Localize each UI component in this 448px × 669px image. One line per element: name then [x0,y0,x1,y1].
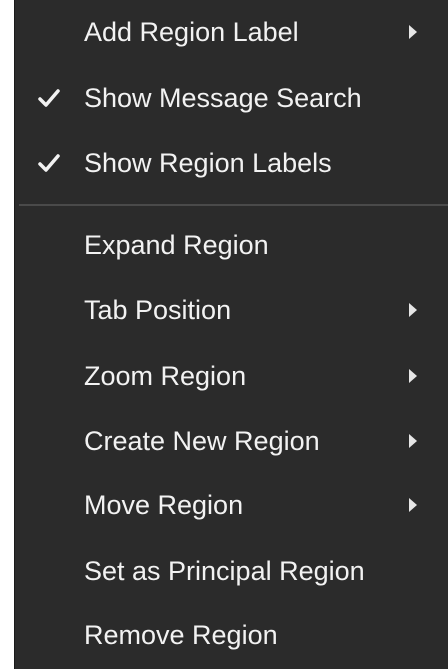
menu-item-tab-position[interactable]: Tab Position [15,280,448,340]
submenu-arrow-icon [409,369,417,383]
context-menu: Add Region Label Show Message Search Sho… [14,0,448,669]
menu-item-add-region-label[interactable]: Add Region Label [15,2,448,62]
menu-item-show-message-search[interactable]: Show Message Search [15,68,448,128]
submenu-arrow-icon [409,25,417,39]
menu-item-label: Create New Region [84,426,320,456]
menu-item-zoom-region[interactable]: Zoom Region [15,346,448,406]
menu-item-label: Set as Principal Region [84,556,365,586]
checkmark-icon [38,154,60,172]
submenu-arrow-icon [409,434,417,448]
menu-item-label: Tab Position [84,295,232,325]
menu-item-label: Move Region [84,490,244,520]
menu-item-label: Show Message Search [84,83,362,113]
menu-item-show-region-labels[interactable]: Show Region Labels [15,133,448,193]
submenu-arrow-icon [409,498,417,512]
checkmark-icon [38,89,60,107]
menu-item-label: Zoom Region [84,361,247,391]
menu-item-label: Add Region Label [84,17,299,47]
menu-separator [19,204,448,206]
menu-item-label: Remove Region [84,620,278,650]
menu-item-create-new-region[interactable]: Create New Region [15,411,448,471]
menu-item-label: Show Region Labels [84,148,332,178]
menu-item-label: Expand Region [84,230,269,260]
menu-item-expand-region[interactable]: Expand Region [15,215,448,275]
menu-item-move-region[interactable]: Move Region [15,475,448,535]
menu-item-remove-region[interactable]: Remove Region [15,605,448,665]
menu-item-set-as-principal-region[interactable]: Set as Principal Region [15,541,448,601]
submenu-arrow-icon [409,303,417,317]
